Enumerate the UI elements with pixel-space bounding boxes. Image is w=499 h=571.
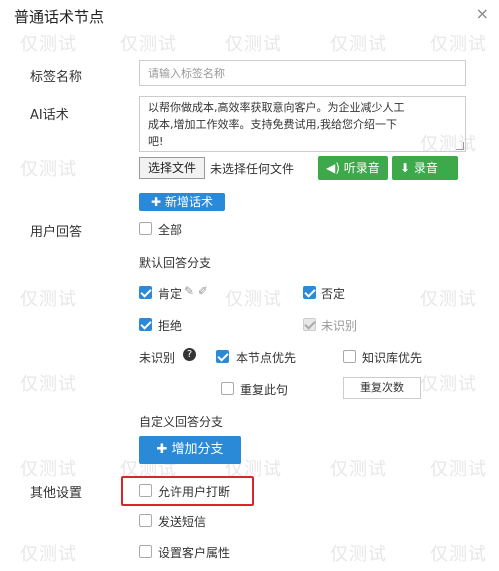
send-sms-checkbox[interactable] (139, 514, 152, 527)
allow-interrupt-checkbox[interactable] (139, 484, 152, 497)
node-first-checkbox[interactable] (216, 350, 229, 363)
reject-label: 拒绝 (158, 319, 183, 333)
repeat-count-input[interactable]: 重复次数 (343, 377, 421, 399)
resize-handle-icon[interactable] (456, 142, 464, 150)
plus-icon: ✚ (151, 195, 162, 209)
mic-icon: ⬇ (400, 161, 411, 175)
listen-button-label: 听录音 (343, 161, 380, 175)
ai-script-textarea[interactable]: 以帮你做成本,高效率获取意向客户。为企业减少人工 成本,增加工作效率。支持免费试… (139, 96, 466, 152)
ai-script-line: 成本,增加工作效率。支持免费试用,我给您介绍一下 (148, 118, 397, 131)
allow-interrupt-label: 允许用户打断 (158, 485, 231, 499)
deny-checkbox[interactable] (303, 286, 316, 299)
speaker-icon: ◀) (326, 161, 340, 175)
record-button-label: 录音 (413, 161, 438, 175)
tag-name-input[interactable]: 请输入标签名称 (139, 60, 466, 86)
unknown-checkbox (303, 318, 316, 331)
add-script-button[interactable]: ✚ 新增话术 (139, 193, 225, 211)
file-status: 未选择任何文件 (210, 162, 295, 176)
custom-branch-label: 自定义回答分支 (139, 415, 224, 429)
repeat-checkbox[interactable] (221, 382, 234, 395)
kb-first-label: 知识库优先 (362, 351, 423, 365)
kb-first-checkbox[interactable] (343, 350, 356, 363)
listen-button[interactable]: ◀) 听录音 (318, 156, 388, 180)
reject-checkbox[interactable] (139, 318, 152, 331)
add-branch-button[interactable]: ✚ 增加分支 (139, 436, 241, 464)
node-first-label: 本节点优先 (236, 351, 297, 365)
plus-icon: ✚ (156, 442, 168, 457)
edit-icon[interactable]: ✎ ✐ (184, 284, 208, 298)
affirm-label: 肯定 (158, 287, 183, 301)
all-checkbox[interactable] (139, 222, 152, 235)
add-script-label: 新增话术 (164, 195, 213, 209)
affirm-checkbox[interactable] (139, 286, 152, 299)
default-branch-label: 默认回答分支 (139, 256, 212, 270)
deny-label: 否定 (321, 287, 346, 301)
close-icon[interactable]: × (476, 4, 489, 23)
set-attr-checkbox[interactable] (139, 545, 152, 558)
help-icon[interactable]: ? (183, 348, 196, 361)
all-label: 全部 (158, 223, 183, 237)
repeat-label: 重复此句 (240, 383, 289, 397)
other-settings-label: 其他设置 (30, 486, 83, 501)
set-attr-label: 设置客户属性 (158, 546, 231, 560)
unrecognized-label: 未识别 (139, 351, 176, 365)
ai-script-line: 吧! (148, 135, 164, 148)
unknown-label: 未识别 (321, 319, 358, 333)
record-button[interactable]: ⬇ 录音 (392, 156, 458, 180)
user-reply-label: 用户回答 (30, 225, 83, 240)
dialog-title: 普通话术节点 (14, 8, 105, 26)
choose-file-button[interactable]: 选择文件 (139, 157, 205, 179)
ai-script-label: AI话术 (30, 108, 69, 123)
send-sms-label: 发送短信 (158, 515, 207, 529)
add-branch-label: 增加分支 (171, 442, 224, 457)
tag-name-label: 标签名称 (30, 70, 83, 85)
ai-script-line: 以帮你做成本,高效率获取意向客户。为企业减少人工 (148, 101, 405, 114)
